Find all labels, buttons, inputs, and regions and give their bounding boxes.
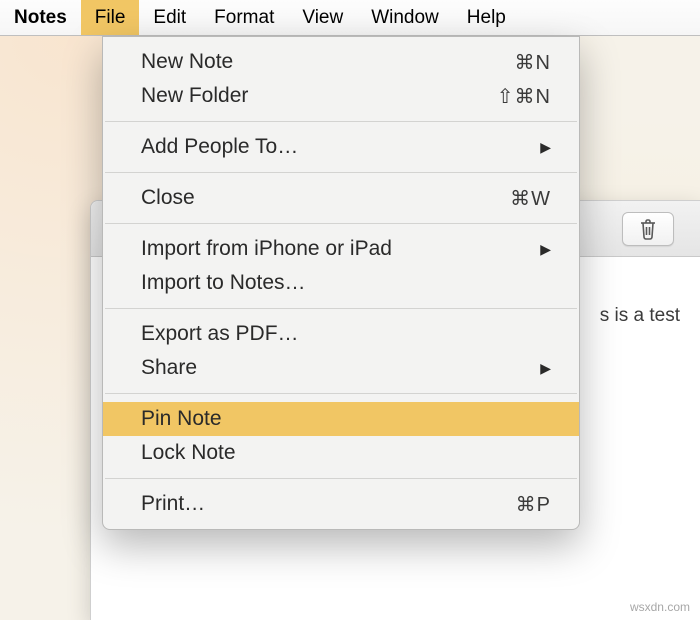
menu-item-label: New Note bbox=[141, 50, 515, 74]
menu-item-label: Share bbox=[141, 356, 540, 380]
menu-export-pdf[interactable]: Export as PDF… bbox=[103, 317, 579, 351]
menu-separator bbox=[105, 308, 577, 309]
menu-item-label: Pin Note bbox=[141, 407, 551, 431]
menu-file[interactable]: File bbox=[81, 0, 140, 35]
menu-close[interactable]: Close ⌘W bbox=[103, 181, 579, 215]
menu-format[interactable]: Format bbox=[200, 0, 288, 35]
menu-pin-note[interactable]: Pin Note bbox=[103, 402, 579, 436]
menu-share[interactable]: Share ▶ bbox=[103, 351, 579, 385]
menubar: Notes File Edit Format View Window Help bbox=[0, 0, 700, 36]
menu-new-note[interactable]: New Note ⌘N bbox=[103, 45, 579, 79]
shortcut: ⌘W bbox=[510, 186, 551, 211]
file-menu-dropdown: New Note ⌘N New Folder ⇧⌘N Add People To… bbox=[102, 36, 580, 530]
menu-item-label: Lock Note bbox=[141, 441, 551, 465]
chevron-right-icon: ▶ bbox=[540, 241, 551, 258]
menu-item-label: Import from iPhone or iPad bbox=[141, 237, 540, 261]
menu-import-notes[interactable]: Import to Notes… bbox=[103, 266, 579, 300]
delete-note-button[interactable] bbox=[622, 212, 674, 246]
menu-item-label: New Folder bbox=[141, 84, 497, 108]
shortcut: ⌘P bbox=[516, 492, 551, 517]
shortcut: ⇧⌘N bbox=[497, 84, 551, 109]
note-text: s is a test bbox=[600, 305, 680, 326]
menu-item-label: Import to Notes… bbox=[141, 271, 551, 295]
chevron-right-icon: ▶ bbox=[540, 139, 551, 156]
menu-import-iphone[interactable]: Import from iPhone or iPad ▶ bbox=[103, 232, 579, 266]
menu-help[interactable]: Help bbox=[453, 0, 520, 35]
menu-print[interactable]: Print… ⌘P bbox=[103, 487, 579, 521]
menu-item-label: Close bbox=[141, 186, 510, 210]
menu-item-label: Export as PDF… bbox=[141, 322, 551, 346]
trash-icon bbox=[638, 218, 658, 240]
shortcut: ⌘N bbox=[515, 50, 551, 75]
menu-lock-note[interactable]: Lock Note bbox=[103, 436, 579, 470]
app-name: Notes bbox=[0, 0, 81, 35]
menu-item-label: Print… bbox=[141, 492, 516, 516]
menu-separator bbox=[105, 478, 577, 479]
menu-separator bbox=[105, 223, 577, 224]
menu-window[interactable]: Window bbox=[357, 0, 453, 35]
menu-separator bbox=[105, 393, 577, 394]
menu-separator bbox=[105, 121, 577, 122]
menu-add-people[interactable]: Add People To… ▶ bbox=[103, 130, 579, 164]
menu-edit[interactable]: Edit bbox=[139, 0, 200, 35]
menu-view[interactable]: View bbox=[288, 0, 357, 35]
chevron-right-icon: ▶ bbox=[540, 360, 551, 377]
menu-separator bbox=[105, 172, 577, 173]
menu-new-folder[interactable]: New Folder ⇧⌘N bbox=[103, 79, 579, 113]
menu-item-label: Add People To… bbox=[141, 135, 540, 159]
watermark: wsxdn.com bbox=[630, 600, 690, 614]
